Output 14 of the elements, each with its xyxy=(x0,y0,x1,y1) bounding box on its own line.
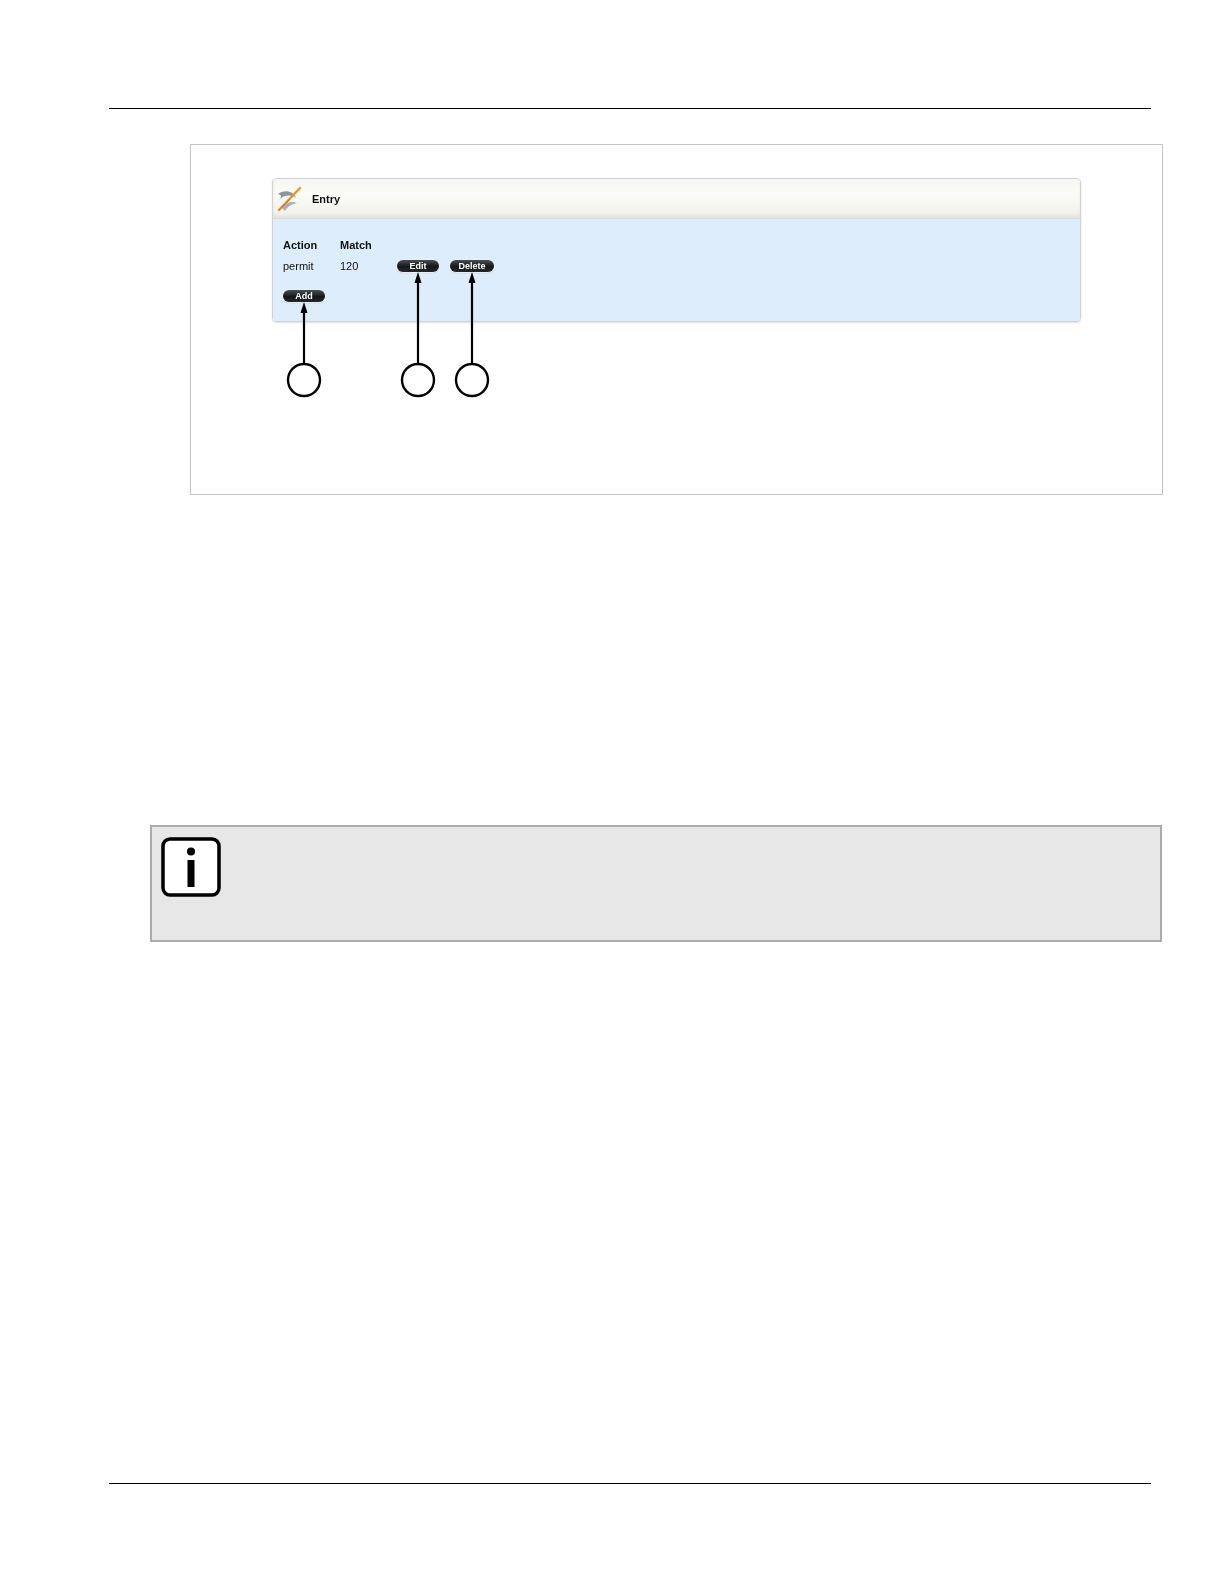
callout-arrow xyxy=(300,302,308,364)
column-header: Action xyxy=(283,238,319,252)
column-header: Match xyxy=(340,238,373,252)
add-button[interactable]: Add xyxy=(283,290,325,302)
table-cell-text: 120 xyxy=(340,259,360,273)
table-cell-text: permit xyxy=(283,259,315,273)
callout-circle xyxy=(286,362,322,398)
callout-circle xyxy=(454,362,490,398)
wand-icon xyxy=(276,185,302,212)
panel-title: Entry xyxy=(312,192,341,205)
edit-button[interactable]: Edit xyxy=(397,260,439,272)
callout-circle xyxy=(400,362,436,398)
info-icon xyxy=(161,837,221,897)
delete-button[interactable]: Delete xyxy=(450,260,494,272)
